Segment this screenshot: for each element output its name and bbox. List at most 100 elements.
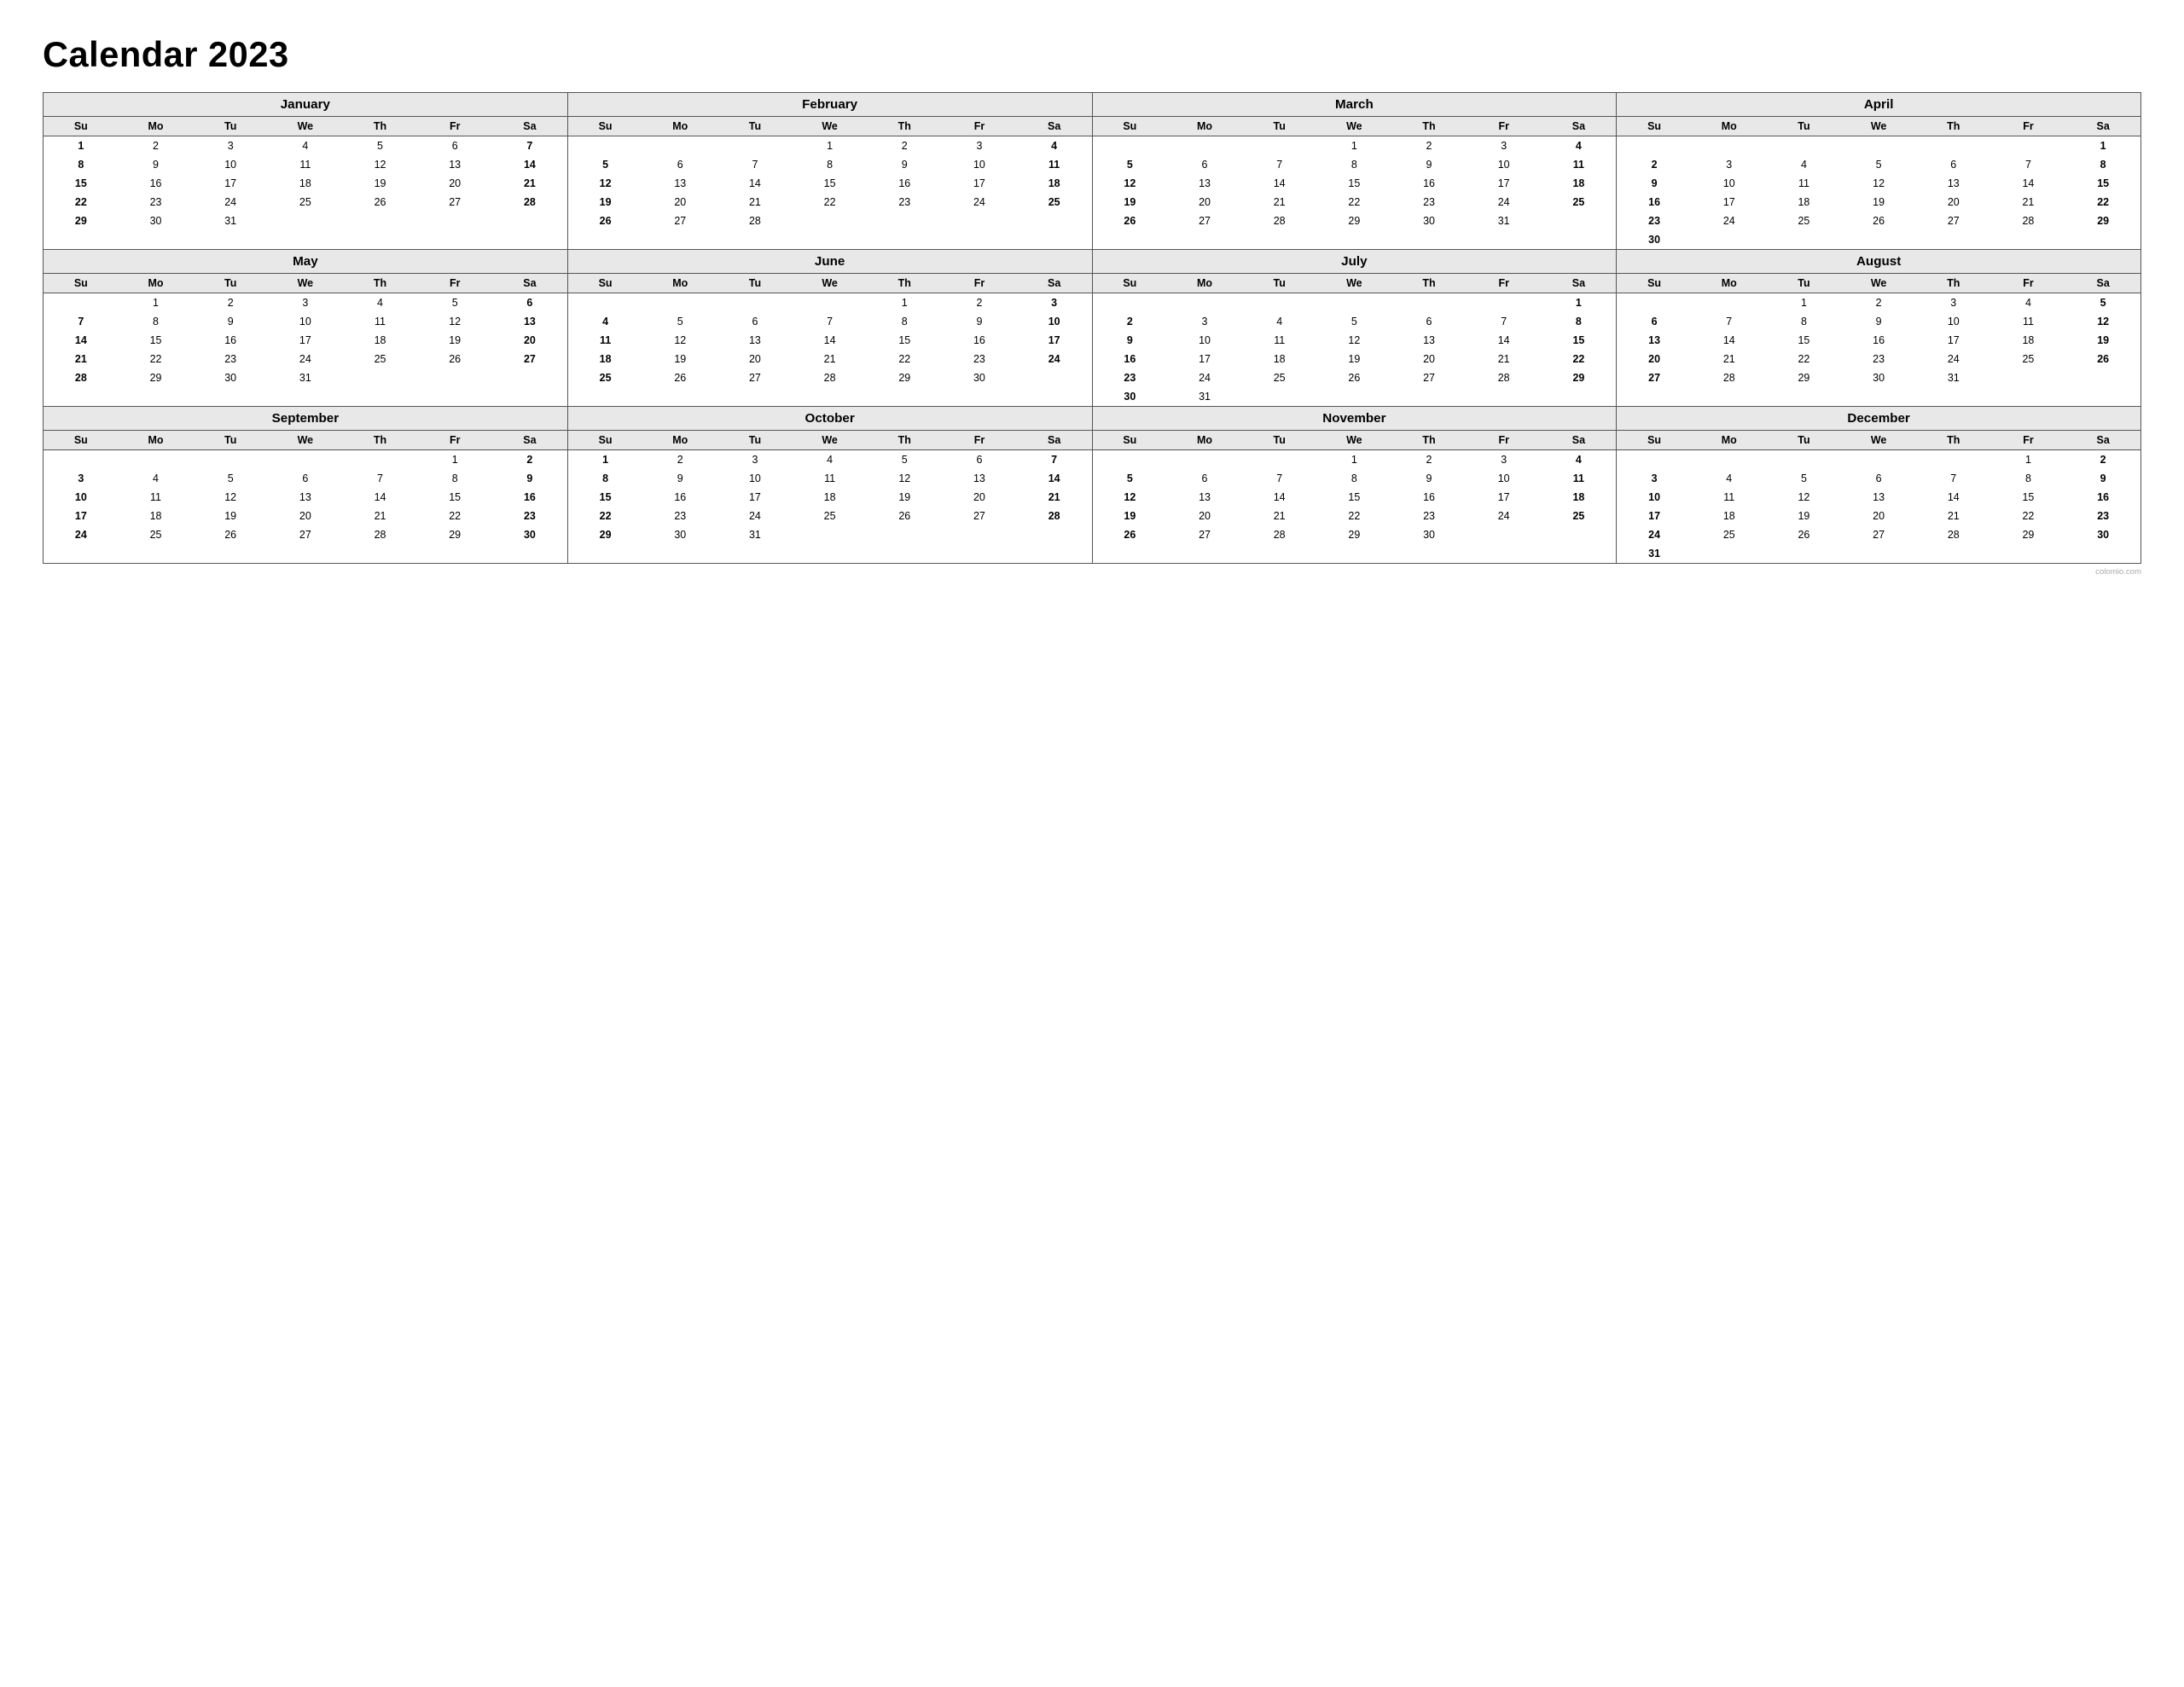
calendar-cell bbox=[268, 450, 343, 470]
day-header-th: Th bbox=[1391, 274, 1467, 293]
calendar-cell bbox=[492, 212, 567, 230]
calendar-cell bbox=[793, 293, 868, 313]
calendar-cell: 20 bbox=[1841, 507, 1916, 525]
calendar-cell: 4 bbox=[343, 293, 418, 313]
calendar-cell: 4 bbox=[1242, 312, 1317, 331]
calendar-cell: 26 bbox=[1093, 212, 1168, 230]
calendar-cell: 19 bbox=[1767, 507, 1842, 525]
calendar-cell: 31 bbox=[1916, 368, 1991, 387]
month-july: JulySuMoTuWeThFrSa1234567891011121314151… bbox=[1093, 250, 1618, 407]
calendar-cell: 12 bbox=[642, 331, 717, 350]
day-header-we: We bbox=[268, 274, 343, 293]
calendar-cell: 24 bbox=[1692, 212, 1767, 230]
day-header-mo: Mo bbox=[119, 431, 194, 450]
day-header-th: Th bbox=[1391, 117, 1467, 136]
calendar-cell: 15 bbox=[568, 488, 643, 507]
calendar-cell: 2 bbox=[1617, 155, 1692, 174]
calendar-cell: 2 bbox=[1391, 136, 1467, 156]
month-january: JanuarySuMoTuWeThFrSa1234567891011121314… bbox=[44, 93, 568, 250]
calendar-cell: 18 bbox=[1017, 174, 1092, 193]
calendar-cell bbox=[642, 293, 717, 313]
calendar-cell: 12 bbox=[193, 488, 268, 507]
calendar-cell: 25 bbox=[1767, 212, 1842, 230]
calendar-cell: 23 bbox=[867, 193, 942, 212]
calendar-cell: 4 bbox=[1692, 469, 1767, 488]
calendar-cell: 9 bbox=[867, 155, 942, 174]
day-header-tu: Tu bbox=[1242, 117, 1317, 136]
day-header-sa: Sa bbox=[1017, 117, 1092, 136]
calendar-cell bbox=[1542, 212, 1617, 230]
calendar-cell: 7 bbox=[1242, 469, 1317, 488]
calendar-cell: 13 bbox=[492, 312, 567, 331]
calendar-cell: 17 bbox=[1467, 174, 1542, 193]
calendar-cell: 19 bbox=[1093, 193, 1168, 212]
calendar-cell bbox=[1617, 450, 1692, 470]
calendar-cell: 7 bbox=[1916, 469, 1991, 488]
calendar-cell: 5 bbox=[417, 293, 492, 313]
calendar-cell: 27 bbox=[417, 193, 492, 212]
day-header-tu: Tu bbox=[1242, 274, 1317, 293]
calendar-cell: 30 bbox=[1841, 368, 1916, 387]
calendar-cell bbox=[1542, 525, 1617, 544]
calendar-cell: 1 bbox=[793, 136, 868, 156]
calendar-cell: 31 bbox=[268, 368, 343, 387]
day-header-th: Th bbox=[1916, 431, 1991, 450]
calendar-cell bbox=[1916, 136, 1991, 156]
calendar-cell: 26 bbox=[568, 212, 643, 230]
calendar-cell: 9 bbox=[642, 469, 717, 488]
calendar-cell: 22 bbox=[1991, 507, 2066, 525]
month-title-september: September bbox=[44, 407, 567, 431]
calendar-cell: 25 bbox=[1542, 507, 1617, 525]
day-header-tu: Tu bbox=[193, 431, 268, 450]
calendar-cell: 17 bbox=[1692, 193, 1767, 212]
day-header-tu: Tu bbox=[717, 274, 793, 293]
calendar-cell: 15 bbox=[1317, 174, 1392, 193]
day-header-sa: Sa bbox=[492, 431, 567, 450]
calendar-cell: 26 bbox=[2065, 350, 2140, 368]
calendar-cell: 1 bbox=[44, 136, 119, 156]
calendar-cell: 8 bbox=[1991, 469, 2066, 488]
calendar-cell: 28 bbox=[1991, 212, 2066, 230]
calendar-cell: 30 bbox=[1391, 525, 1467, 544]
calendar-cell bbox=[1767, 136, 1842, 156]
calendar-cell: 14 bbox=[1991, 174, 2066, 193]
calendar-cell: 16 bbox=[1841, 331, 1916, 350]
month-november: NovemberSuMoTuWeThFrSa123456789101112131… bbox=[1093, 407, 1618, 564]
calendar-cell: 15 bbox=[2065, 174, 2140, 193]
day-header-mo: Mo bbox=[1692, 274, 1767, 293]
calendar-cell: 16 bbox=[193, 331, 268, 350]
calendar-cell: 10 bbox=[1916, 312, 1991, 331]
calendar-cell: 28 bbox=[1242, 212, 1317, 230]
calendar-cell: 9 bbox=[492, 469, 567, 488]
calendar-cell: 24 bbox=[193, 193, 268, 212]
calendar-cell bbox=[1991, 368, 2066, 387]
calendar-cell bbox=[1167, 293, 1242, 313]
day-header-fr: Fr bbox=[1467, 117, 1542, 136]
calendar-cell bbox=[1467, 525, 1542, 544]
calendar-cell: 24 bbox=[44, 525, 119, 544]
calendar-cell: 9 bbox=[1391, 155, 1467, 174]
calendar-cell bbox=[717, 293, 793, 313]
day-header-tu: Tu bbox=[193, 274, 268, 293]
calendar-cell bbox=[1692, 544, 1767, 563]
calendar-cell: 2 bbox=[942, 293, 1017, 313]
day-header-sa: Sa bbox=[1542, 117, 1617, 136]
calendar-cell: 11 bbox=[1242, 331, 1317, 350]
calendar-cell: 8 bbox=[1317, 155, 1392, 174]
calendar-cell: 25 bbox=[1692, 525, 1767, 544]
calendar-cell: 16 bbox=[2065, 488, 2140, 507]
calendar-cell: 6 bbox=[717, 312, 793, 331]
calendar-cell: 1 bbox=[568, 450, 643, 470]
day-header-fr: Fr bbox=[417, 274, 492, 293]
calendar-cell: 7 bbox=[492, 136, 567, 156]
month-title-may: May bbox=[44, 250, 567, 274]
day-header-fr: Fr bbox=[417, 117, 492, 136]
day-header-fr: Fr bbox=[942, 274, 1017, 293]
day-header-fr: Fr bbox=[1467, 431, 1542, 450]
calendar-cell: 26 bbox=[343, 193, 418, 212]
calendar-cell: 30 bbox=[119, 212, 194, 230]
calendar-cell bbox=[1991, 230, 2066, 249]
calendar-cell: 9 bbox=[119, 155, 194, 174]
calendar-cell: 5 bbox=[193, 469, 268, 488]
calendar-cell: 23 bbox=[942, 350, 1017, 368]
